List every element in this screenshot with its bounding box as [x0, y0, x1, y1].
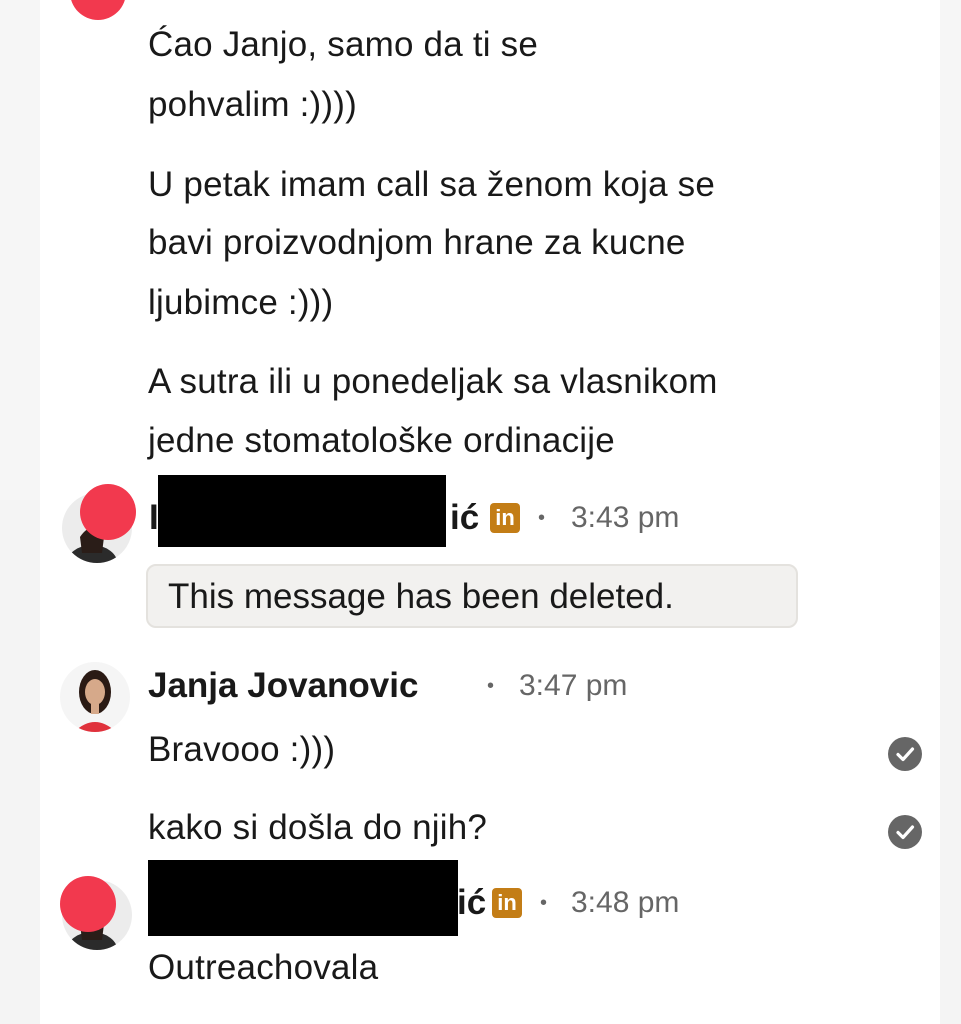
message-timestamp: 3:48 pm: [571, 886, 680, 919]
linkedin-icon: in: [490, 503, 520, 533]
meta-separator: •: [538, 507, 546, 529]
name-redaction: [148, 860, 458, 936]
message-line: jedne stomatološke ordinacije: [148, 421, 615, 460]
message-timestamp: 3:43 pm: [571, 501, 680, 534]
check-circle-icon: [888, 737, 922, 771]
name-redaction: [158, 475, 446, 547]
person-photo-icon: [60, 662, 130, 732]
message-line: bavi proizvodnjom hrane za kucne: [148, 223, 686, 262]
redaction-dot: [70, 0, 126, 20]
redaction-dot: [80, 484, 136, 540]
message-line: Bravooo :))): [148, 730, 336, 769]
message-line: kako si došla do njih?: [148, 808, 488, 847]
check-circle-icon: [888, 815, 922, 849]
deleted-message-notice: This message has been deleted.: [146, 564, 798, 628]
redaction-dot: [60, 876, 116, 932]
message-line: U petak imam call sa ženom koja se: [148, 165, 716, 204]
meta-separator: •: [540, 892, 548, 914]
message-line: A sutra ili u ponedeljak sa vlasnikom: [148, 362, 718, 401]
avatar-janja-jovanovic[interactable]: [60, 662, 130, 732]
linkedin-icon: in: [492, 888, 522, 918]
sender-name[interactable]: Janja Jovanovic: [148, 666, 418, 706]
message-line: ljubimce :))): [148, 283, 334, 322]
deleted-message-text: This message has been deleted.: [168, 577, 674, 616]
sender-name-suffix[interactable]: ić: [457, 883, 486, 923]
message-line: Outreachovala: [148, 948, 379, 987]
message-line: Ćao Janjo, samo da ti se: [148, 25, 539, 64]
message-line: pohvalim :)))): [148, 85, 357, 124]
message-timestamp: 3:47 pm: [519, 669, 628, 702]
meta-separator: •: [487, 675, 495, 697]
sender-name-suffix[interactable]: ić: [450, 498, 479, 538]
